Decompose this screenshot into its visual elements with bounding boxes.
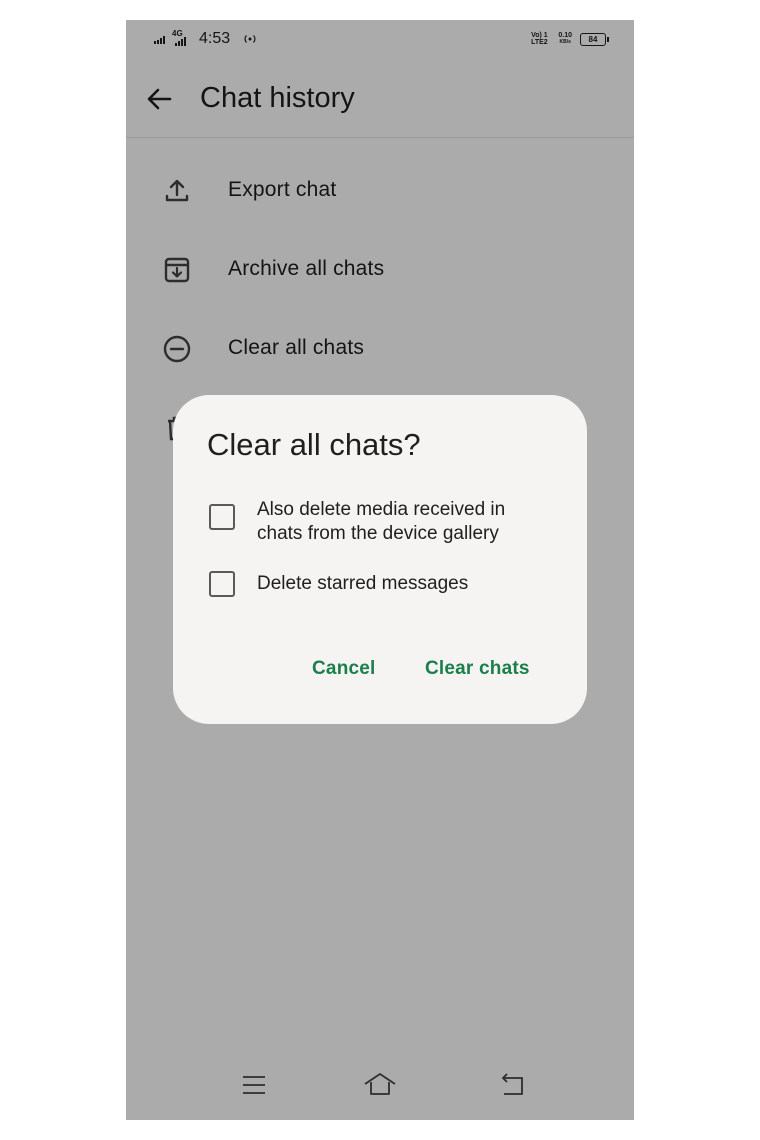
delete-starred-label: Delete starred messages xyxy=(257,573,469,594)
delete-media-line1: Also delete media received in xyxy=(257,499,506,520)
delete-media-label: Also delete media received in chats from… xyxy=(257,498,577,546)
delete-media-checkbox[interactable] xyxy=(209,504,235,530)
delete-media-line2: chats from the device gallery xyxy=(257,523,499,544)
clear-chats-dialog: Clear all chats? Also delete media recei… xyxy=(173,395,587,724)
delete-starred-checkbox[interactable] xyxy=(209,571,235,597)
clear-chats-button[interactable]: Clear chats xyxy=(425,658,530,680)
phone-screen: 4G 4:53 Vo) 1 LTE2 0.10 KB/s 84 Chat his… xyxy=(126,20,634,1120)
dialog-title: Clear all chats? xyxy=(207,427,421,462)
cancel-button[interactable]: Cancel xyxy=(312,658,376,680)
